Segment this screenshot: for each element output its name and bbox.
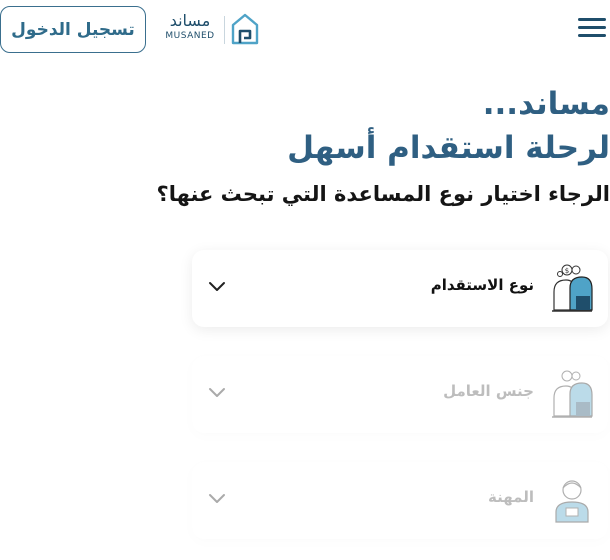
hero-title-line1: مساند... — [482, 86, 610, 122]
worker-gender-dropdown[interactable]: جنس العامل — [192, 356, 608, 433]
hero-heading: مساند... لرحلة استقدام أسهل — [0, 82, 610, 170]
profession-label: المهنة — [488, 488, 534, 506]
musaned-logo[interactable]: مساند MUSANED — [162, 12, 262, 48]
recruitment-type-label: نوع الاستقدام — [430, 276, 534, 294]
logo-english-text: MUSANED — [165, 31, 215, 41]
chevron-down-icon — [209, 494, 225, 503]
logo-house-icon — [231, 13, 259, 45]
logo-wordmark: مساند MUSANED — [162, 12, 218, 42]
chevron-down-icon — [209, 282, 225, 291]
svg-text:$: $ — [565, 267, 569, 275]
chevron-down-icon — [209, 388, 225, 397]
recruitment-type-icon: $ — [552, 264, 593, 312]
logo-arabic-text: مساند — [169, 11, 211, 30]
profession-icon — [555, 480, 589, 523]
profession-dropdown[interactable]: المهنة — [192, 462, 608, 539]
hamburger-menu-icon[interactable] — [578, 18, 606, 40]
top-header: تسجيل الدخول مساند MUSANED — [0, 0, 610, 60]
logo-separator — [224, 16, 225, 44]
hero-title-line2: لرحلة استقدام أسهل — [287, 130, 610, 166]
login-button-label: تسجيل الدخول — [11, 19, 135, 40]
recruitment-type-dropdown[interactable]: $ نوع الاستقدام — [192, 250, 608, 327]
login-button[interactable]: تسجيل الدخول — [0, 6, 146, 53]
worker-gender-label: جنس العامل — [443, 382, 534, 400]
help-type-question: الرجاء اختيار نوع المساعدة التي تبحث عنه… — [156, 182, 610, 206]
worker-gender-icon — [552, 370, 593, 418]
